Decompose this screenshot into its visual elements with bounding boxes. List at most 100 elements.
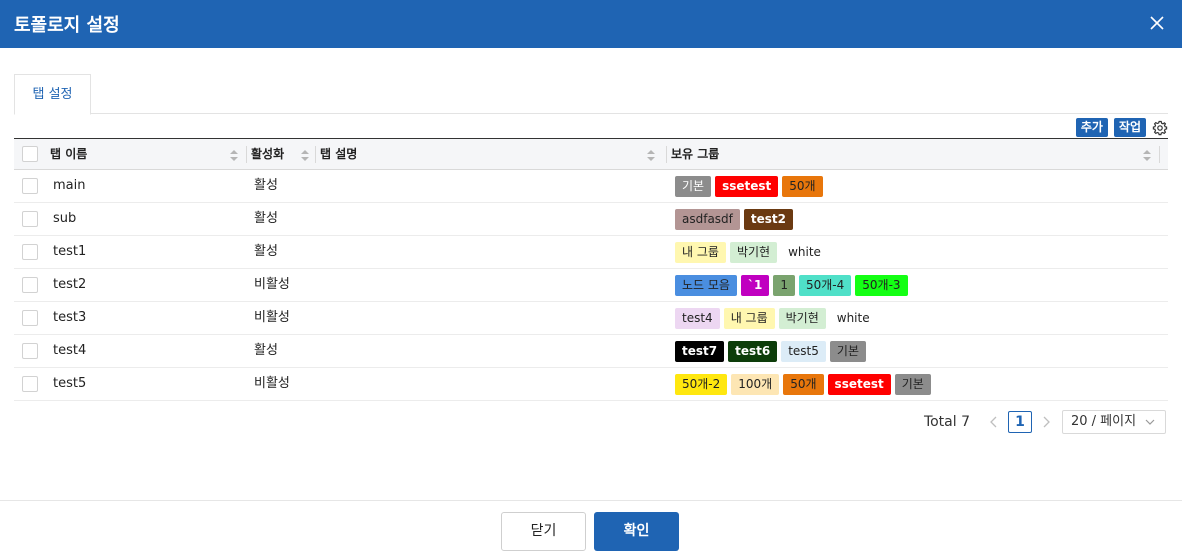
tab-name-cell: test1: [53, 244, 87, 259]
group-tag[interactable]: 박기현: [778, 308, 826, 329]
table-row[interactable]: test2 비활성 노드 모음 `1 1 50개-4 50개-3: [14, 269, 1168, 302]
active-status-cell: 활성: [254, 211, 278, 226]
sort-icon[interactable]: [1143, 150, 1151, 161]
sort-icon[interactable]: [647, 150, 655, 161]
active-status-cell: 활성: [254, 178, 278, 193]
tab-grid: 탭 이름 활성화 탭 설명 보유 그룹 main 활성 기본 ssetest 50개 su…: [14, 138, 1168, 401]
group-tag[interactable]: test5: [781, 341, 826, 362]
group-tag[interactable]: white: [781, 242, 828, 263]
column-header-active[interactable]: 활성화: [251, 139, 315, 170]
tab-name-cell: test3: [53, 310, 87, 325]
group-tag[interactable]: test2: [743, 209, 794, 230]
confirm-button[interactable]: 확인: [594, 512, 679, 551]
row-checkbox[interactable]: [22, 211, 38, 227]
column-header-desc[interactable]: 탭 설명: [320, 139, 661, 170]
group-tag[interactable]: 50개-4: [798, 275, 852, 296]
page-size-select[interactable]: 20 / 페이지: [1062, 410, 1166, 434]
dialog-footer: 닫기 확인: [0, 500, 1182, 554]
tab-name-cell: test5: [53, 376, 87, 391]
active-status-cell: 비활성: [254, 277, 290, 292]
group-tag[interactable]: test7: [675, 341, 725, 362]
group-tag-list: test7 test6 test5 기본: [675, 341, 866, 362]
group-tag[interactable]: `1: [740, 275, 770, 296]
table-row[interactable]: test5 비활성 50개-2 100개 50개 ssetest 기본: [14, 368, 1168, 401]
column-header-desc-label: 탭 설명: [320, 147, 358, 161]
row-checkbox[interactable]: [22, 376, 38, 392]
column-header-name[interactable]: 탭 이름: [50, 139, 244, 170]
next-page-button[interactable]: [1036, 410, 1056, 434]
active-status-cell: 활성: [254, 343, 278, 358]
pagination: Total 7 1 20 / 페이지: [924, 410, 1166, 434]
group-tag[interactable]: 50개-3: [855, 275, 908, 296]
grid-body: main 활성 기본 ssetest 50개 sub 활성 asdfasdf test2 test…: [14, 170, 1168, 401]
close-icon[interactable]: [1144, 10, 1170, 36]
group-tag-list: 내 그룹 박기현 white: [675, 242, 828, 263]
group-tag[interactable]: white: [829, 308, 877, 329]
table-row[interactable]: test3 비활성 test4 내 그룹 박기현 white: [14, 302, 1168, 335]
group-tag[interactable]: ssetest: [827, 374, 891, 395]
group-tag-list: asdfasdf test2: [675, 209, 794, 230]
group-tag[interactable]: 내 그룹: [723, 308, 775, 329]
column-header-groups[interactable]: 보유 그룹: [671, 139, 1157, 170]
grid-toolbar: 추가 작업: [1075, 118, 1168, 137]
group-tag-list: 노드 모음 `1 1 50개-4 50개-3: [675, 275, 908, 296]
row-checkbox[interactable]: [22, 244, 38, 260]
group-tag[interactable]: asdfasdf: [675, 209, 740, 230]
group-tag[interactable]: 100개: [731, 374, 780, 395]
group-tag[interactable]: test4: [675, 308, 720, 329]
group-tag[interactable]: test6: [728, 341, 778, 362]
group-tag[interactable]: 박기현: [729, 242, 778, 263]
close-button[interactable]: 닫기: [501, 512, 586, 551]
action-button[interactable]: 작업: [1113, 118, 1146, 137]
tab-name-cell: main: [53, 178, 86, 193]
column-divider: [246, 146, 247, 163]
column-header-active-label: 활성화: [251, 147, 285, 161]
sort-icon[interactable]: [301, 150, 309, 161]
prev-page-button[interactable]: [984, 410, 1004, 434]
grid-header: 탭 이름 활성화 탭 설명 보유 그룹: [14, 138, 1168, 170]
column-header-name-label: 탭 이름: [50, 147, 88, 161]
group-tag[interactable]: 50개: [782, 176, 823, 197]
page-size-value: 20 / 페이지: [1071, 414, 1137, 429]
column-divider: [666, 146, 667, 163]
row-checkbox[interactable]: [22, 178, 38, 194]
column-header-groups-label: 보유 그룹: [671, 147, 720, 161]
group-tag[interactable]: 내 그룹: [675, 242, 726, 263]
page-button-current[interactable]: 1: [1008, 411, 1032, 433]
chevron-right-icon: [1043, 416, 1050, 428]
active-status-cell: 활성: [254, 244, 278, 259]
sort-icon[interactable]: [230, 150, 238, 161]
group-tag[interactable]: 50개-2: [675, 374, 728, 395]
group-tag[interactable]: 50개: [783, 374, 824, 395]
tab-tab-settings[interactable]: 탭 설정: [14, 74, 91, 115]
group-tag[interactable]: 1: [773, 275, 795, 296]
group-tag[interactable]: 노드 모음: [675, 275, 737, 296]
row-checkbox[interactable]: [22, 343, 38, 359]
chevron-left-icon: [990, 416, 997, 428]
gear-icon[interactable]: [1152, 120, 1168, 136]
group-tag[interactable]: ssetest: [715, 176, 779, 197]
group-tag-list: 50개-2 100개 50개 ssetest 기본: [675, 374, 931, 395]
tab-name-cell: sub: [53, 211, 77, 226]
select-all-checkbox[interactable]: [22, 146, 38, 162]
group-tag[interactable]: 기본: [829, 341, 866, 362]
column-divider: [315, 146, 316, 163]
add-button[interactable]: 추가: [1075, 118, 1108, 137]
total-count: Total 7: [923, 414, 970, 430]
row-checkbox[interactable]: [22, 277, 38, 293]
table-row[interactable]: test4 활성 test7 test6 test5 기본: [14, 335, 1168, 368]
group-tag[interactable]: 기본: [675, 176, 712, 197]
active-status-cell: 비활성: [254, 310, 290, 325]
table-row[interactable]: test1 활성 내 그룹 박기현 white: [14, 236, 1168, 269]
tab-bar: 탭 설정: [14, 74, 1168, 115]
dialog-title: 토폴로지 설정: [14, 15, 120, 36]
chevron-down-icon: [1145, 419, 1155, 425]
table-row[interactable]: sub 활성 asdfasdf test2: [14, 203, 1168, 236]
group-tag-list: 기본 ssetest 50개: [675, 176, 823, 197]
active-status-cell: 비활성: [254, 376, 290, 391]
tab-name-cell: test2: [53, 277, 87, 292]
dialog-titlebar: 토폴로지 설정: [0, 0, 1182, 48]
table-row[interactable]: main 활성 기본 ssetest 50개: [14, 170, 1168, 203]
row-checkbox[interactable]: [22, 310, 38, 326]
group-tag[interactable]: 기본: [894, 374, 931, 395]
